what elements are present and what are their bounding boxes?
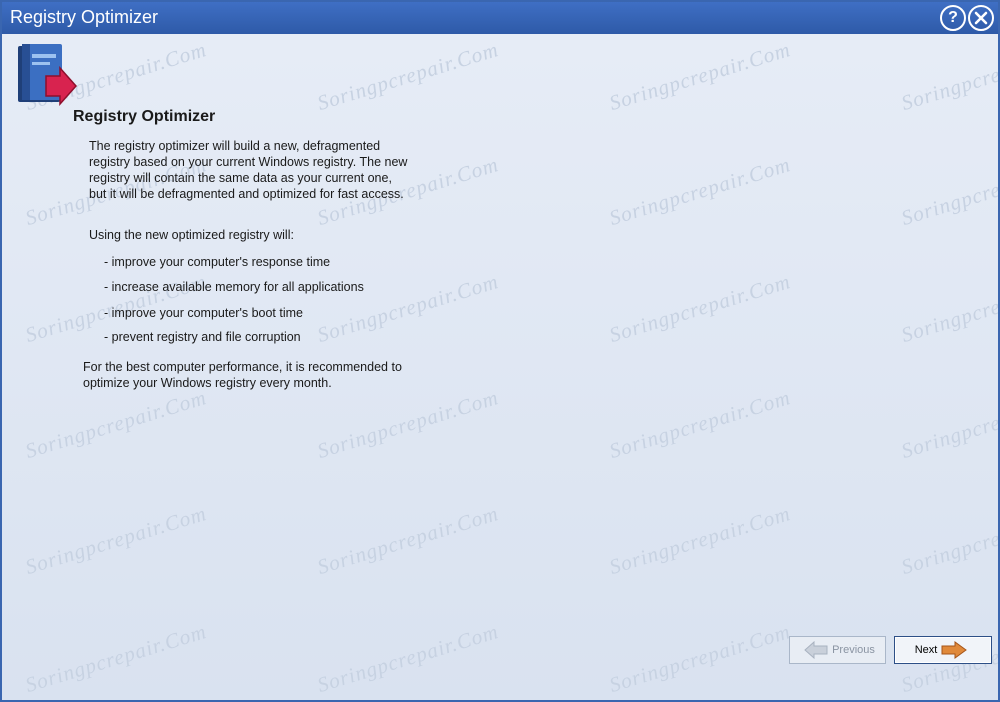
recommendation-line: For the best computer performance, it is…	[83, 360, 402, 374]
benefit-item: - increase available memory for all appl…	[104, 280, 364, 294]
watermark-text: Soringpcrepair.Com	[606, 385, 794, 464]
watermark-text: Soringpcrepair.Com	[898, 152, 1000, 231]
content-area: Soringpcrepair.Com Soringpcrepair.Com So…	[2, 34, 998, 700]
next-button[interactable]: Next	[894, 636, 992, 664]
watermark-text: Soringpcrepair.Com	[898, 385, 1000, 464]
previous-label: Previous	[832, 644, 875, 656]
watermark-text: Soringpcrepair.Com	[22, 619, 210, 698]
next-label: Next	[914, 644, 938, 656]
window-title: Registry Optimizer	[10, 7, 159, 27]
watermark-text: Soringpcrepair.Com	[314, 37, 502, 116]
recommendation-paragraph: For the best computer performance, it is…	[83, 359, 428, 391]
watermark-text: Soringpcrepair.Com	[606, 619, 794, 698]
arrow-right-icon	[941, 641, 968, 659]
benefit-item: - improve your computer's boot time	[104, 306, 303, 320]
intro-line: The registry optimizer will build a new,…	[89, 139, 381, 153]
registry-optimizer-window: Registry Optimizer ? Soringpcrepair.Com …	[0, 0, 1000, 702]
recommendation-line: optimize your Windows registry every mon…	[83, 376, 332, 390]
help-icon: ?	[948, 9, 958, 26]
watermark-text: Soringpcrepair.Com	[606, 37, 794, 116]
page-heading: Registry Optimizer	[73, 108, 216, 125]
watermark-text: Soringpcrepair.Com	[314, 501, 502, 580]
watermark-text: Soringpcrepair.Com	[606, 269, 794, 348]
registry-book-icon	[18, 44, 78, 106]
watermark-text: Soringpcrepair.Com	[22, 501, 210, 580]
close-icon	[974, 11, 988, 25]
benefits-intro: Using the new optimized registry will:	[89, 228, 294, 242]
watermark-text: Soringpcrepair.Com	[22, 385, 210, 464]
watermark-text: Soringpcrepair.Com	[606, 152, 794, 231]
close-button[interactable]	[968, 5, 994, 31]
intro-line: but it will be defragmented and optimize…	[89, 187, 404, 201]
previous-button[interactable]: Previous	[789, 636, 886, 664]
intro-line: registry will contain the same data as y…	[89, 171, 392, 185]
benefit-item: - improve your computer's response time	[104, 255, 331, 269]
arrow-left-icon	[804, 641, 828, 659]
intro-line: registry based on your current Windows r…	[89, 155, 408, 169]
watermark-text: Soringpcrepair.Com	[314, 385, 502, 464]
benefit-item: - prevent registry and file corruption	[104, 330, 301, 344]
help-button[interactable]: ?	[940, 5, 966, 31]
title-bar: Registry Optimizer ?	[2, 2, 998, 34]
watermark-text: Soringpcrepair.Com	[314, 619, 502, 698]
watermark-text: Soringpcrepair.Com	[606, 501, 794, 580]
intro-paragraph: The registry optimizer will build a new,…	[89, 138, 429, 202]
watermark-text: Soringpcrepair.Com	[898, 37, 1000, 116]
watermark-text: Soringpcrepair.Com	[898, 501, 1000, 580]
watermark-text: Soringpcrepair.Com	[898, 269, 1000, 348]
